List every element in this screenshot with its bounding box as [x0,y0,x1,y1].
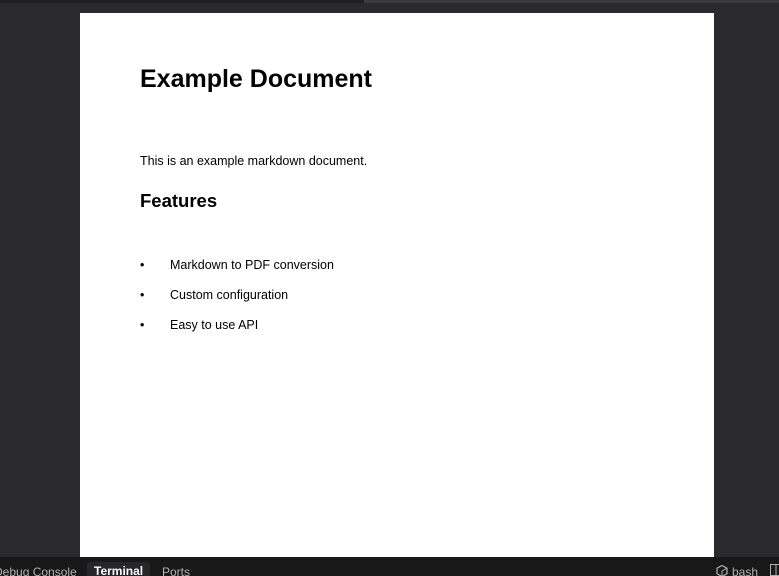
tab-debug-console[interactable]: Debug Console [0,563,77,576]
tab-ports[interactable]: Ports [162,563,190,576]
feature-text: Easy to use API [170,318,259,332]
split-terminal-icon[interactable] [770,564,779,576]
feature-text: Custom configuration [170,288,289,302]
pdf-preview-window: Example Document This is an example mark… [0,0,779,576]
bullet-marker: • [140,318,145,332]
pdf-page: Example Document This is an example mark… [80,13,714,557]
bullet-marker: • [140,288,145,302]
bottom-panel-tabs: Debug Console Terminal Ports bash [0,557,779,576]
pdf-viewer[interactable]: Example Document This is an example mark… [0,3,779,557]
terminal-shell-icon [716,565,728,576]
terminal-name: bash [732,565,759,576]
features-heading: Features [140,190,218,211]
feature-text: Markdown to PDF conversion [170,258,334,272]
bullet-marker: • [140,258,145,272]
document-title: Example Document [140,65,373,93]
terminal-selector[interactable]: bash [716,563,758,576]
document-paragraph: This is an example markdown document. [140,154,368,168]
tab-terminal[interactable]: Terminal [87,562,151,576]
